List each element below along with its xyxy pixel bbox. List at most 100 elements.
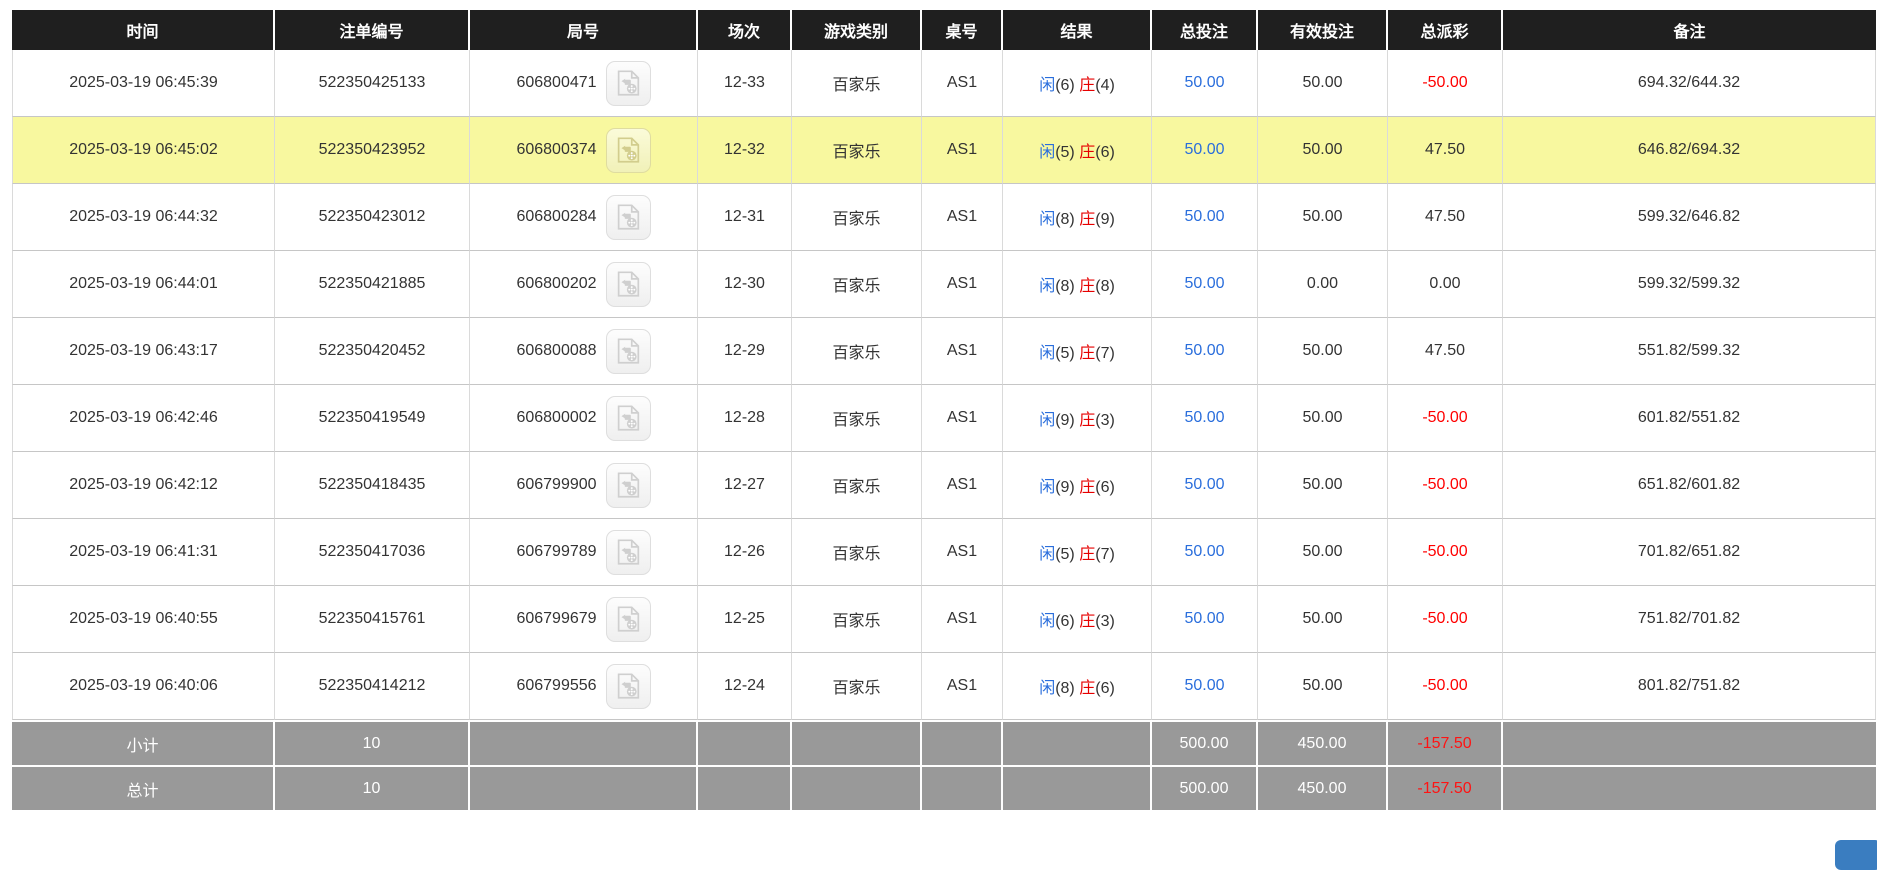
round-number: 606800202 [516,275,596,293]
cell-bet-id: 522350423012 [275,184,470,251]
video-replay-button[interactable] [606,329,651,374]
cell-remark: 599.32/646.82 [1503,184,1876,251]
video-replay-button[interactable] [606,664,651,709]
cell-game-type: 百家乐 [792,452,922,519]
result-banker-score: (7) [1095,345,1115,362]
subtotal-count: 10 [275,720,470,765]
total-bet-link[interactable]: 50.00 [1184,275,1224,292]
subtotal-empty-table [922,720,1003,765]
cell-total-bet: 50.00 [1152,50,1258,117]
video-replay-button[interactable] [606,128,651,173]
cell-result: 闲(8) 庄(9) [1003,184,1152,251]
video-replay-button[interactable] [606,396,651,441]
cell-time: 2025-03-19 06:44:01 [12,251,275,318]
cell-payout: -50.00 [1388,50,1503,117]
cell-table-id: AS1 [922,452,1003,519]
cell-game-type: 百家乐 [792,519,922,586]
header-time: 时间 [12,10,275,50]
subtotal-row: 小计 10 500.00 450.00 -157.50 [12,720,1876,765]
grand-total-empty-game [792,765,922,810]
video-replay-button[interactable] [606,597,651,642]
video-replay-icon [613,470,643,500]
header-session: 场次 [698,10,792,50]
cell-session: 12-24 [698,653,792,720]
cell-bet-id: 522350423952 [275,117,470,184]
cell-remark: 801.82/751.82 [1503,653,1876,720]
table-row: 2025-03-19 06:45:39 522350425133 6068004… [12,50,1876,117]
subtotal-empty-game [792,720,922,765]
total-bet-link[interactable]: 50.00 [1184,74,1224,91]
subtotal-total-bet: 500.00 [1152,720,1258,765]
grand-total-payout: -157.50 [1388,765,1503,810]
cell-payout: 47.50 [1388,117,1503,184]
cell-game-type: 百家乐 [792,251,922,318]
cell-bet-id: 522350414212 [275,653,470,720]
grand-total-count: 10 [275,765,470,810]
round-number: 606800374 [516,141,596,159]
total-bet-link[interactable]: 50.00 [1184,476,1224,493]
video-replay-icon [613,671,643,701]
cell-time: 2025-03-19 06:44:32 [12,184,275,251]
subtotal-empty-result [1003,720,1152,765]
video-replay-button[interactable] [606,195,651,240]
cell-valid-bet: 50.00 [1258,519,1388,586]
cell-result: 闲(9) 庄(3) [1003,385,1152,452]
round-number: 606799789 [516,543,596,561]
result-player-label: 闲 [1039,479,1055,496]
cell-remark: 601.82/551.82 [1503,385,1876,452]
cell-round-id: 606800471 [470,50,698,117]
result-banker-label: 庄 [1079,546,1095,563]
result-banker-score: (3) [1095,613,1115,630]
video-replay-button[interactable] [606,262,651,307]
cell-table-id: AS1 [922,385,1003,452]
cell-bet-id: 522350415761 [275,586,470,653]
video-replay-icon [613,336,643,366]
subtotal-empty-round [470,720,698,765]
result-player-score: (5) [1055,345,1075,362]
cell-total-bet: 50.00 [1152,318,1258,385]
cell-round-id: 606800374 [470,117,698,184]
total-bet-link[interactable]: 50.00 [1184,141,1224,158]
total-bet-link[interactable]: 50.00 [1184,208,1224,225]
result-banker-label: 庄 [1079,144,1095,161]
cell-payout: -50.00 [1388,519,1503,586]
table-row: 2025-03-19 06:40:55 522350415761 6067996… [12,586,1876,653]
video-replay-button[interactable] [606,463,651,508]
header-row: 时间 注单编号 局号 场次 游戏类别 桌号 结果 总投注 有效投注 总派彩 备注 [12,10,1876,50]
header-remark: 备注 [1503,10,1876,50]
cell-time: 2025-03-19 06:40:55 [12,586,275,653]
subtotal-empty-remark [1503,720,1876,765]
bet-history-table: 时间 注单编号 局号 场次 游戏类别 桌号 结果 总投注 有效投注 总派彩 备注… [12,10,1876,810]
grand-total-empty-result [1003,765,1152,810]
result-player-label: 闲 [1039,211,1055,228]
cell-total-bet: 50.00 [1152,653,1258,720]
video-replay-button[interactable] [606,61,651,106]
cell-session: 12-33 [698,50,792,117]
total-bet-link[interactable]: 50.00 [1184,342,1224,359]
cell-table-id: AS1 [922,117,1003,184]
cell-table-id: AS1 [922,318,1003,385]
result-banker-label: 庄 [1079,77,1095,94]
header-result: 结果 [1003,10,1152,50]
bet-history-table-container: 时间 注单编号 局号 场次 游戏类别 桌号 结果 总投注 有效投注 总派彩 备注… [12,10,1876,810]
result-banker-label: 庄 [1079,479,1095,496]
cell-round-id: 606799679 [470,586,698,653]
total-bet-link[interactable]: 50.00 [1184,677,1224,694]
bottom-right-action-button[interactable] [1835,840,1877,870]
cell-payout: 0.00 [1388,251,1503,318]
cell-bet-id: 522350418435 [275,452,470,519]
cell-bet-id: 522350420452 [275,318,470,385]
video-replay-button[interactable] [606,530,651,575]
cell-time: 2025-03-19 06:45:02 [12,117,275,184]
cell-result: 闲(8) 庄(8) [1003,251,1152,318]
grand-total-empty-session [698,765,792,810]
total-bet-link[interactable]: 50.00 [1184,610,1224,627]
subtotal-label: 小计 [12,720,275,765]
total-bet-link[interactable]: 50.00 [1184,543,1224,560]
cell-session: 12-28 [698,385,792,452]
cell-result: 闲(9) 庄(6) [1003,452,1152,519]
cell-result: 闲(5) 庄(6) [1003,117,1152,184]
total-bet-link[interactable]: 50.00 [1184,409,1224,426]
result-player-score: (8) [1055,680,1075,697]
cell-table-id: AS1 [922,519,1003,586]
